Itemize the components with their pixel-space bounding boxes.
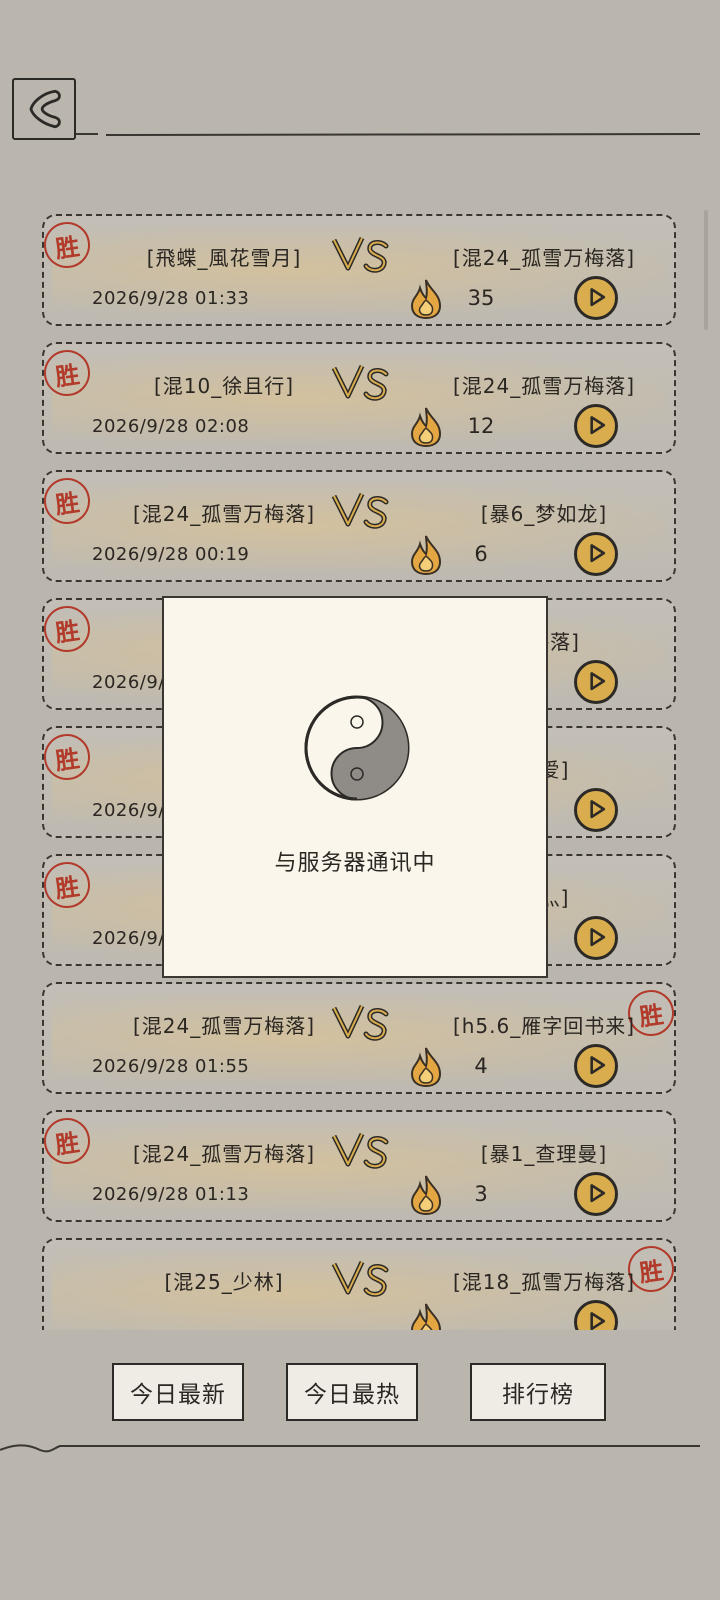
player1-name: [混24_孤雪万梅落] — [132, 502, 316, 526]
vs-icon — [331, 1004, 389, 1041]
heat-count: 6 — [474, 542, 488, 566]
heat-count: 35 — [467, 286, 495, 310]
player2-name: [暴6_梦如龙] — [480, 502, 608, 526]
flame-icon — [410, 1047, 442, 1088]
play-replay-button[interactable] — [574, 916, 618, 960]
player1-name: [混24_孤雪万梅落] — [132, 1014, 316, 1038]
play-icon — [590, 928, 606, 947]
loading-dialog: 与服务器通讯中 — [162, 596, 548, 978]
flame-icon — [410, 1175, 442, 1216]
player1-name: [混10_徐且行] — [153, 374, 295, 398]
battle-date: 2026/9/28 01:55 — [92, 1056, 250, 1077]
flame-icon — [410, 279, 442, 320]
vs-icon — [331, 1260, 389, 1297]
vs-icon — [331, 492, 389, 529]
play-replay-button[interactable] — [574, 660, 618, 704]
tab-today-hot[interactable]: 今日最热 — [286, 1363, 418, 1421]
battle-card[interactable]: 胜 [飛蝶_風花雪月] 2026/9/28 01:33 35 [混24_孤雪万梅… — [41, 214, 676, 326]
play-icon — [590, 672, 606, 691]
battle-date: 2026/9/ — [92, 672, 165, 693]
play-icon — [590, 416, 606, 435]
player1-name: [混24_孤雪万梅落] — [132, 1142, 316, 1166]
battle-date: 2026/9/28 01:13 — [92, 1184, 250, 1205]
tab-ranking[interactable]: 排行榜 — [470, 1363, 606, 1421]
battle-date: 2026/9/ — [92, 800, 165, 821]
vs-icon — [331, 236, 389, 273]
player2-name: [混24_孤雪万梅落] — [452, 246, 636, 270]
bottom-divider — [0, 1444, 701, 1453]
play-icon — [590, 1184, 606, 1203]
battle-date: 2026/9/28 00:19 — [92, 544, 250, 565]
heat-count: 12 — [467, 414, 495, 438]
player2-name: [混18_孤雪万梅落] — [452, 1270, 636, 1294]
loading-message: 与服务器通讯中 — [274, 851, 436, 876]
player1-name: [飛蝶_風花雪月] — [146, 246, 302, 270]
play-replay-button[interactable] — [574, 404, 618, 448]
taiji-icon — [304, 695, 410, 801]
play-icon — [590, 288, 606, 307]
play-replay-button[interactable] — [574, 276, 618, 320]
play-replay-button[interactable] — [574, 1172, 618, 1216]
play-replay-button[interactable] — [574, 1300, 618, 1330]
battle-date: 2026/9/28 01:33 — [92, 288, 250, 309]
flame-icon — [410, 1303, 442, 1330]
heat-count: 3 — [474, 1182, 488, 1206]
vs-icon — [331, 1132, 389, 1169]
heat-count: 4 — [474, 1054, 488, 1078]
play-replay-button[interactable] — [574, 1044, 618, 1088]
flame-icon — [410, 535, 442, 576]
play-replay-button[interactable] — [574, 788, 618, 832]
play-icon — [590, 544, 606, 563]
player2-name: [暴1_查理曼] — [480, 1142, 608, 1166]
top-divider — [76, 133, 701, 136]
player2-name: [h5.6_雁字回书来] — [452, 1014, 636, 1038]
battle-date: 2026/9/ — [92, 928, 165, 949]
flame-icon — [410, 407, 442, 448]
play-replay-button[interactable] — [574, 532, 618, 576]
player2-name: [混24_孤雪万梅落] — [452, 374, 636, 398]
battle-card[interactable]: 胜 [混24_孤雪万梅落] 2026/9/28 01:13 3 [暴1_查理曼] — [41, 1110, 676, 1222]
play-icon — [590, 800, 606, 819]
vs-icon — [331, 364, 389, 401]
play-icon — [590, 1056, 606, 1075]
battle-card[interactable]: 胜 [混24_孤雪万梅落] 2026/9/28 01:55 4 [h5.6_雁字… — [42, 982, 677, 1094]
battle-card[interactable]: 胜 [混24_孤雪万梅落] 2026/9/28 00:19 6 [暴6_梦如龙] — [41, 470, 676, 582]
battle-date: 2026/9/28 02:08 — [92, 416, 250, 437]
battle-card[interactable]: 胜 [混25_少林] [混18_孤雪万梅落] — [42, 1238, 677, 1330]
battle-card[interactable]: 胜 [混10_徐且行] 2026/9/28 02:08 12 [混24_孤雪万梅… — [41, 342, 676, 454]
play-icon — [590, 1312, 606, 1330]
player1-name: [混25_少林] — [164, 1270, 284, 1294]
tab-today-new[interactable]: 今日最新 — [112, 1363, 244, 1421]
